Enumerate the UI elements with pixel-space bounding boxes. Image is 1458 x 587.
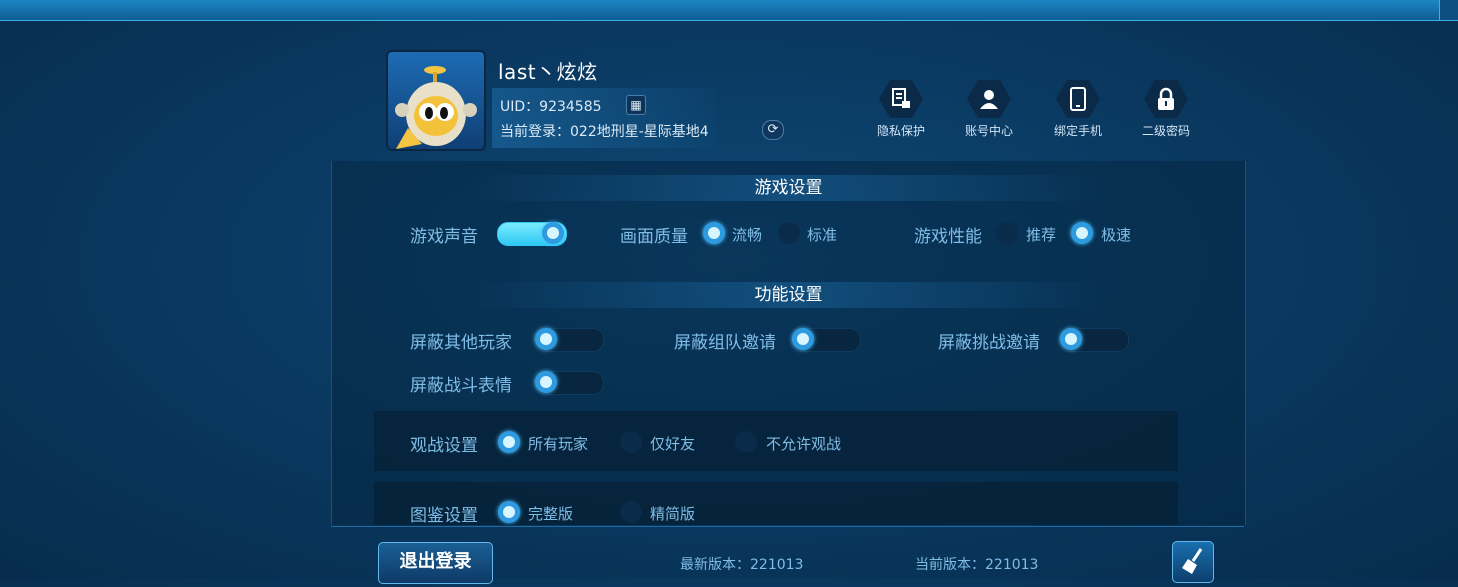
server-label: 当前登录： [500, 124, 570, 140]
toggle-knob [792, 328, 814, 350]
latest-version-label: 最新版本： [680, 557, 750, 573]
secondary-password-label: 二级密码 [1141, 124, 1190, 138]
spectate-all-radio[interactable] [498, 431, 520, 453]
performance-recommended-radio[interactable] [996, 222, 1018, 244]
bind-phone-button[interactable]: 绑定手机 [1038, 78, 1118, 140]
illustration-settings-row [374, 482, 1178, 525]
block-team-invite-toggle[interactable] [791, 328, 861, 352]
quality-standard-label: 标准 [807, 226, 838, 244]
account-center-label: 账号中心 [964, 124, 1013, 138]
spectate-all-label: 所有玩家 [528, 435, 589, 453]
game-sound-label: 游戏声音 [410, 227, 478, 247]
toggle-knob [1060, 328, 1082, 350]
spectate-label: 观战设置 [410, 436, 478, 456]
quality-smooth-radio[interactable] [703, 222, 725, 244]
toggle-knob [542, 222, 564, 244]
current-version: 当前版本：221013 [915, 554, 1038, 574]
block-players-label: 屏蔽其他玩家 [410, 333, 512, 353]
current-server-line: 当前登录：022地刑星-星际基地4 [500, 121, 709, 141]
performance-max-radio[interactable] [1071, 222, 1093, 244]
current-version-value: 221013 [985, 557, 1039, 573]
robot-avatar-icon [395, 66, 477, 149]
game-settings-title: 游戏设置 [332, 175, 1245, 201]
block-battle-emote-label: 屏蔽战斗表情 [410, 376, 512, 396]
uid-line: UID：9234585 [500, 96, 602, 116]
uid-label: UID： [500, 99, 540, 115]
illustration-full-radio[interactable] [498, 501, 520, 523]
spectate-none-label: 不允许观战 [766, 435, 842, 453]
block-challenge-invite-label: 屏蔽挑战邀请 [938, 333, 1040, 353]
settings-panel: 游戏设置 游戏声音 画面质量 流畅 标准 游戏性能 推荐 极速 功能设置 屏蔽其… [331, 161, 1246, 525]
illustration-label: 图鉴设置 [410, 506, 478, 525]
performance-recommended-label: 推荐 [1026, 226, 1057, 244]
privacy-protection-label: 隐私保护 [876, 124, 925, 138]
account-center-button[interactable]: 账号中心 [949, 78, 1029, 140]
toggle-knob [535, 328, 557, 350]
bind-phone-label: 绑定手机 [1053, 124, 1102, 138]
avatar[interactable] [386, 50, 486, 151]
secondary-password-button[interactable]: 二级密码 [1126, 78, 1206, 140]
quality-label: 画面质量 [620, 227, 688, 247]
current-version-label: 当前版本： [915, 557, 985, 573]
block-challenge-invite-toggle[interactable] [1059, 328, 1129, 352]
server-value: 022地刑星-星际基地4 [570, 124, 709, 140]
uid-value: 9234585 [539, 99, 602, 115]
toggle-knob [535, 371, 557, 393]
quality-smooth-label: 流畅 [732, 226, 763, 244]
spectate-none-radio[interactable] [735, 431, 757, 453]
privacy-doc-lock-icon [879, 80, 923, 118]
spectate-friends-label: 仅好友 [650, 435, 696, 453]
clean-cache-button[interactable] [1172, 541, 1214, 583]
footer-divider [331, 526, 1244, 527]
phone-icon [1056, 80, 1100, 118]
qr-code-icon[interactable]: ▦ [626, 95, 646, 115]
block-players-toggle[interactable] [534, 328, 604, 352]
switch-server-icon[interactable]: ⟳ [762, 120, 784, 140]
top-bar [0, 0, 1458, 21]
username: last丶炫炫 [498, 60, 598, 84]
broom-icon [1182, 548, 1203, 574]
performance-label: 游戏性能 [914, 227, 982, 247]
privacy-protection-button[interactable]: 隐私保护 [861, 78, 941, 140]
performance-max-label: 极速 [1101, 226, 1132, 244]
block-team-invite-label: 屏蔽组队邀请 [674, 333, 776, 353]
lock-icon [1144, 80, 1188, 118]
user-icon [967, 80, 1011, 118]
game-sound-toggle[interactable] [497, 222, 567, 246]
illustration-lite-label: 精简版 [650, 505, 696, 523]
illustration-lite-radio[interactable] [620, 501, 642, 523]
spectate-friends-radio[interactable] [620, 431, 642, 453]
block-battle-emote-toggle[interactable] [534, 371, 604, 395]
top-bar-handle[interactable] [1439, 0, 1458, 20]
illustration-full-label: 完整版 [528, 505, 574, 523]
latest-version-value: 221013 [750, 557, 804, 573]
latest-version: 最新版本：221013 [680, 554, 803, 574]
function-settings-title: 功能设置 [332, 282, 1245, 308]
quality-standard-radio[interactable] [778, 222, 800, 244]
